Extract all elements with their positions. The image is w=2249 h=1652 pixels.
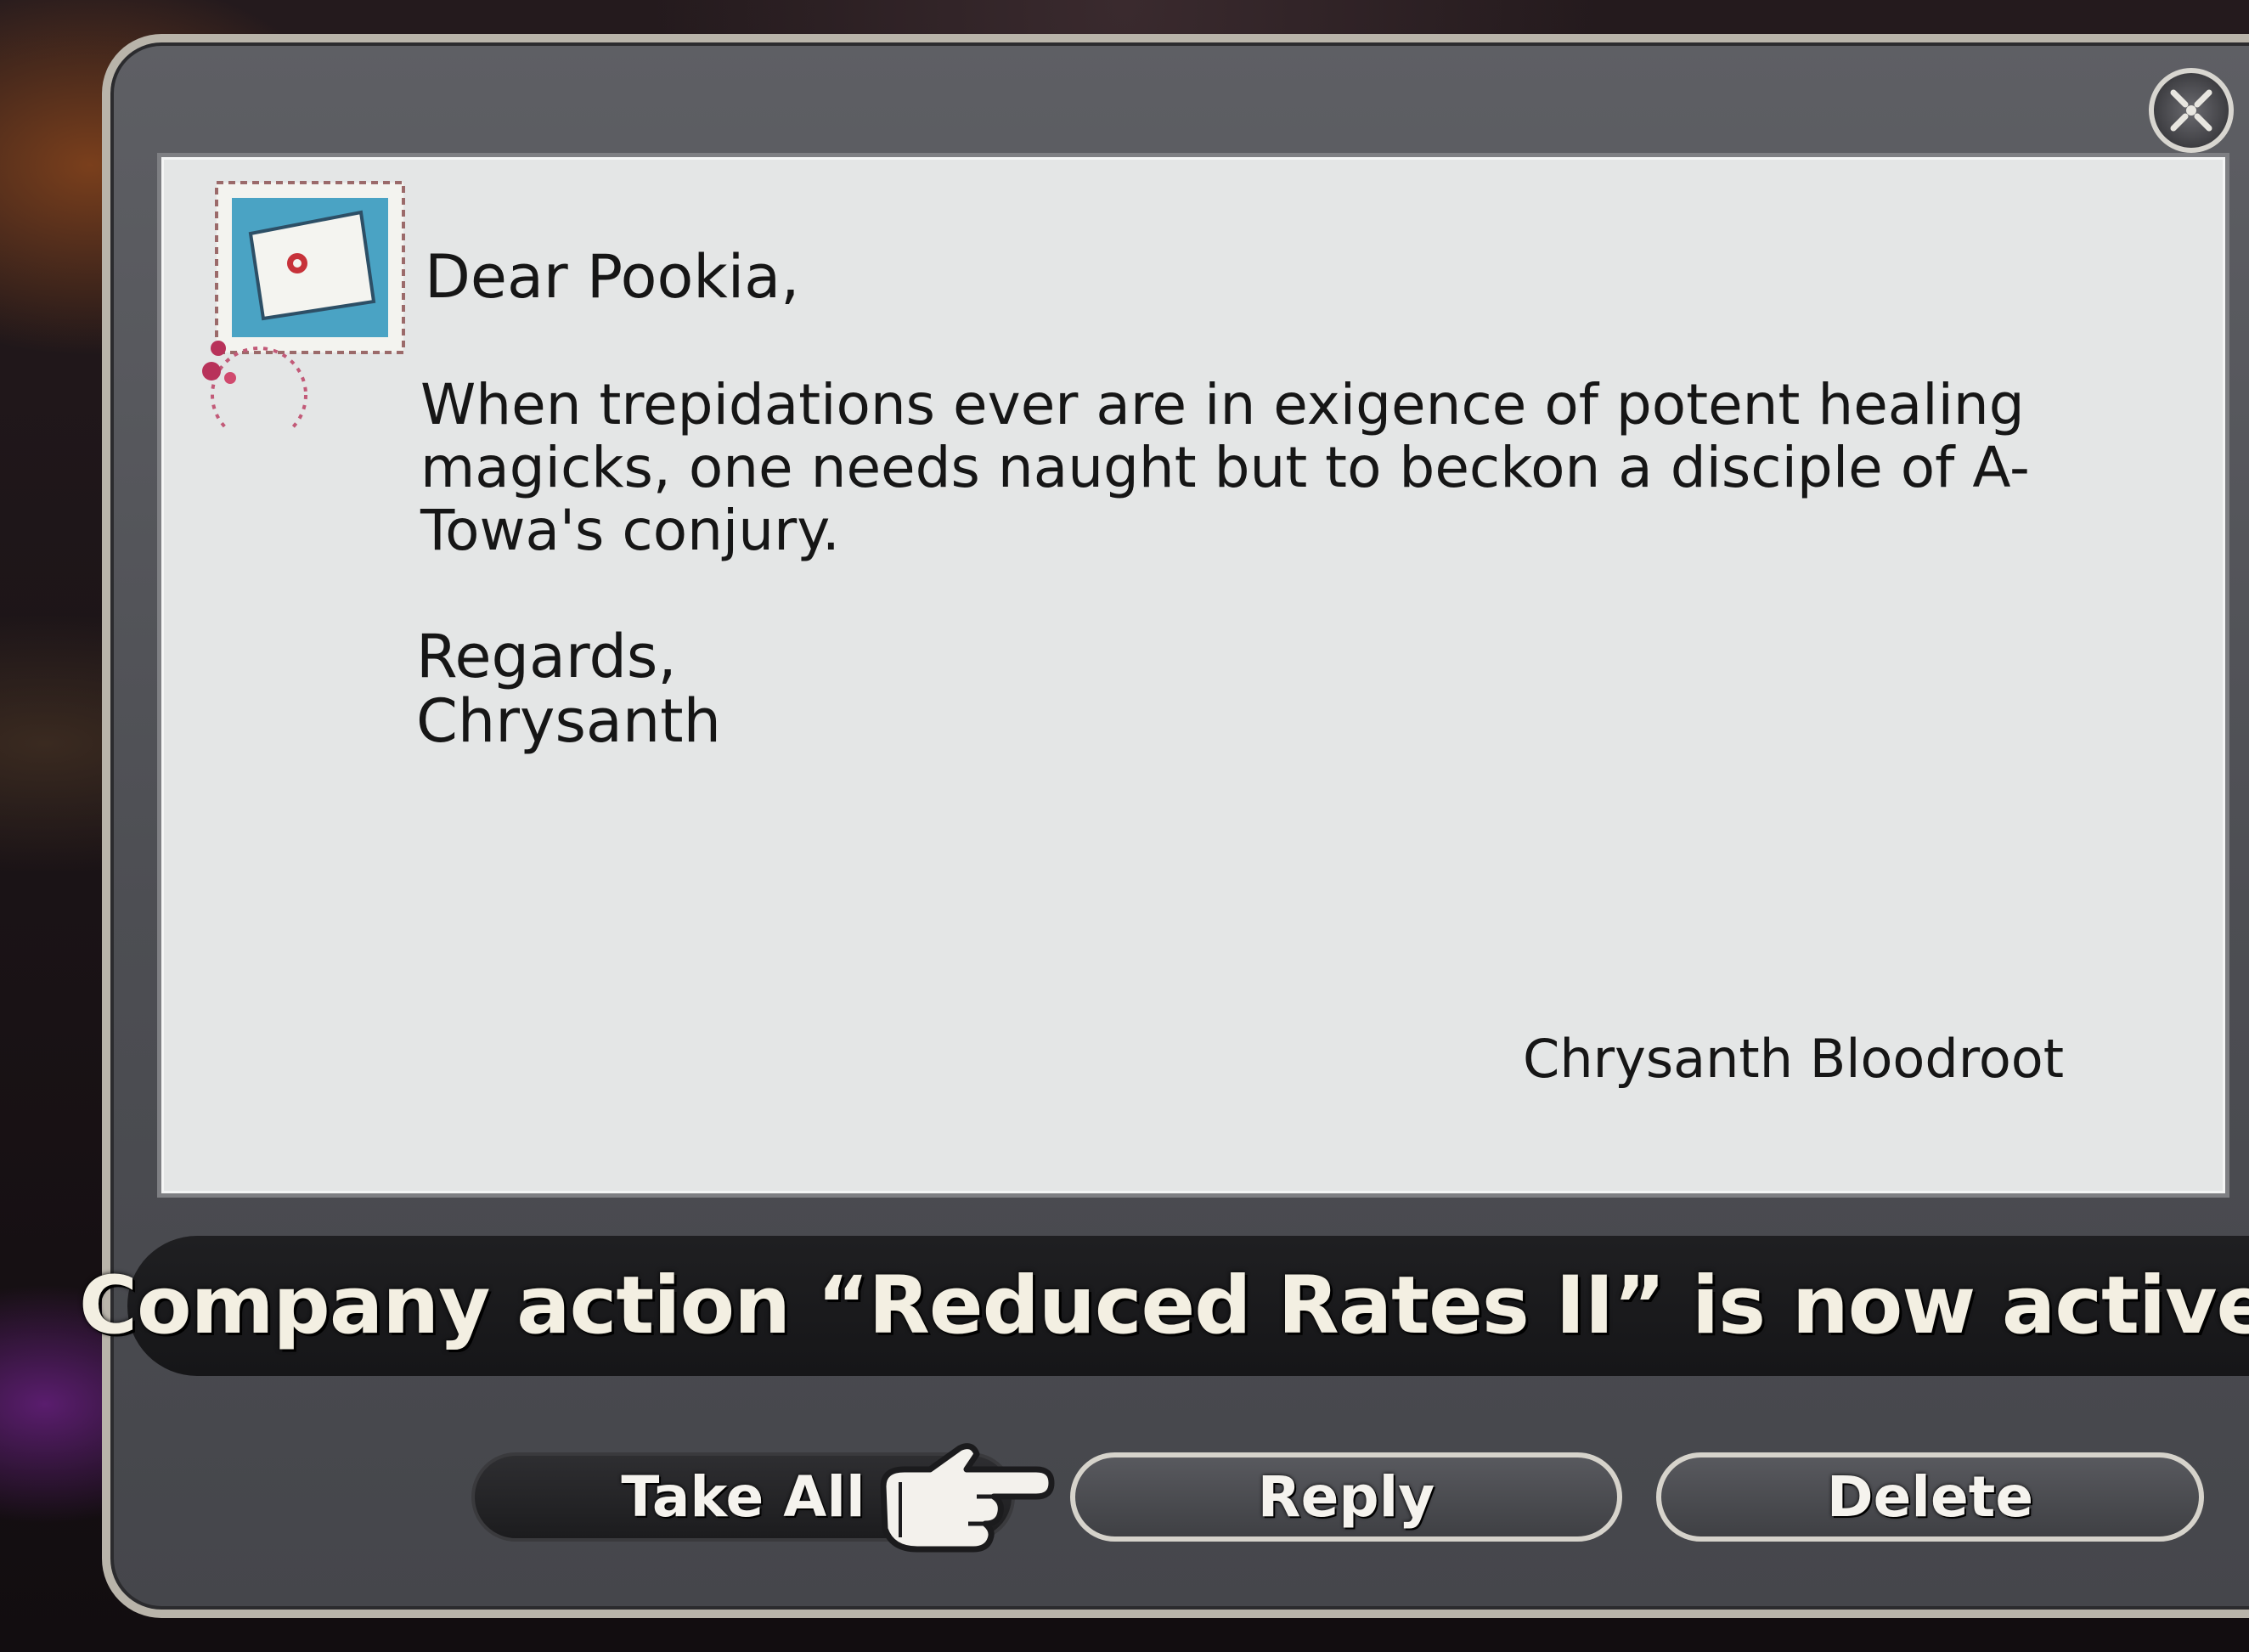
letter-body-text: When trepidations ever are in exigence o… bbox=[420, 372, 2030, 563]
notification-text: Company action “Reduced Rates II” is now… bbox=[79, 1260, 2249, 1352]
letter-signature: Chrysanth bbox=[416, 686, 721, 756]
letter-closing-line: Regards, bbox=[416, 622, 677, 691]
reply-label: Reply bbox=[1257, 1464, 1435, 1530]
letter-stamp-icon bbox=[202, 181, 405, 429]
close-icon bbox=[2170, 89, 2212, 132]
take-all-label: Take All bbox=[621, 1464, 865, 1530]
close-button[interactable] bbox=[2149, 68, 2234, 153]
notification-banner: Company action “Reduced Rates II” is now… bbox=[79, 1236, 2249, 1376]
pointing-hand-cursor-icon bbox=[880, 1443, 1055, 1553]
sender-name: Chrysanth Bloodroot bbox=[1523, 1028, 2064, 1090]
reply-button[interactable]: Reply bbox=[1070, 1452, 1622, 1542]
delete-label: Delete bbox=[1826, 1464, 2034, 1530]
letter-closing: Regards, Chrysanth bbox=[416, 624, 721, 753]
delete-button[interactable]: Delete bbox=[1656, 1452, 2204, 1542]
letter-greeting: Dear Pookia, bbox=[425, 242, 800, 312]
